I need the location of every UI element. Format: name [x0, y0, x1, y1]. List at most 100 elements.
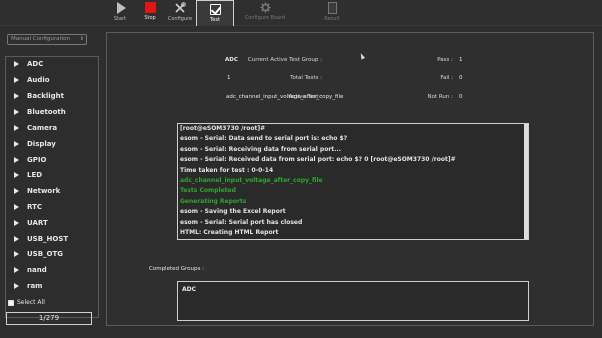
- checkbox-icon[interactable]: [8, 299, 14, 306]
- tree-item-label: Audio: [27, 76, 50, 84]
- tree-item-adc[interactable]: ADC: [14, 58, 43, 70]
- result-label: Result: [324, 16, 340, 22]
- console-lines: [root@eSOM3730 /root]# esom - Serial: Da…: [180, 124, 520, 238]
- completed-groups-list: ADC: [177, 281, 529, 321]
- chevron-updown-icon: ⇕: [79, 36, 84, 42]
- console-line: adc_channel_input_voltage_after_copy_fil…: [180, 176, 323, 184]
- document-icon: [327, 2, 337, 14]
- tree-item-usb-otg[interactable]: USB_OTG: [14, 248, 63, 260]
- configuration-select[interactable]: Manual Configuration ⇕: [7, 34, 87, 45]
- tree-item-nand[interactable]: nand: [14, 264, 47, 276]
- fail-label: Fail :: [440, 75, 453, 81]
- tree-item-label: USB_HOST: [27, 235, 69, 243]
- tree-item-backlight[interactable]: Backlight: [14, 90, 64, 102]
- console-line: esom - Serial: Receiving data from seria…: [180, 145, 341, 153]
- expand-arrow-icon[interactable]: [14, 220, 19, 226]
- test-group-tree: ADC Audio Backlight Bluetooth Camera Dis…: [5, 56, 99, 318]
- tree-item-label: Camera: [27, 124, 58, 132]
- tree-item-usb-host[interactable]: USB_HOST: [14, 233, 68, 245]
- expand-arrow-icon[interactable]: [14, 109, 19, 115]
- console-line: esom - Serial: Received data from serial…: [180, 156, 456, 164]
- total-tests-label: Total Tests :: [290, 75, 322, 81]
- active-test-value: adc_channel_input_voltage_after_copy_fil…: [226, 94, 344, 100]
- test-status-panel: Current Active Test Group : ADC Total Te…: [106, 32, 594, 326]
- tools-icon: [174, 2, 186, 14]
- gear-icon: [259, 2, 271, 13]
- stop-button[interactable]: Stop: [140, 0, 160, 25]
- console-line: Tests Completed: [180, 187, 236, 195]
- toolbar: Start Stop Configure Test Configure Boar…: [0, 0, 602, 26]
- expand-arrow-icon[interactable]: [14, 61, 19, 67]
- expand-arrow-icon[interactable]: [14, 188, 19, 194]
- start-label: Start: [113, 16, 127, 22]
- tree-item-label: Bluetooth: [27, 108, 66, 116]
- stop-icon: [144, 2, 156, 13]
- console-line: Time taken for test : 0-0-14: [180, 166, 274, 174]
- tree-item-display[interactable]: Display: [14, 138, 56, 150]
- tree-item-label: Display: [27, 140, 56, 148]
- tree-item-rtc[interactable]: RTC: [14, 201, 42, 213]
- expand-arrow-icon[interactable]: [14, 267, 19, 273]
- tree-item-network[interactable]: Network: [14, 185, 60, 197]
- tree-item-gpio[interactable]: GPIO: [14, 154, 46, 166]
- tree-item-label: LED: [27, 171, 43, 179]
- pass-value: 1: [459, 57, 463, 63]
- console-line: HTML: Creating HTML Report: [180, 228, 279, 236]
- current-group-value: ADC: [225, 57, 238, 63]
- tree-item-audio[interactable]: Audio: [14, 74, 50, 86]
- tree-item-label: Network: [27, 187, 61, 195]
- console-scrollbar[interactable]: [524, 124, 528, 239]
- expand-arrow-icon[interactable]: [14, 204, 19, 210]
- expand-arrow-icon[interactable]: [14, 141, 19, 147]
- start-button[interactable]: Start: [110, 0, 130, 25]
- tree-item-label: GPIO: [27, 156, 47, 164]
- console-log[interactable]: [root@eSOM3730 /root]# esom - Serial: Da…: [177, 123, 529, 240]
- checkbox-checked-icon: [209, 4, 221, 15]
- test-tab-button[interactable]: Test: [196, 0, 234, 26]
- pass-label: Pass :: [437, 57, 453, 63]
- tree-item-ram[interactable]: ram: [14, 280, 42, 292]
- completed-groups-label: Completed Groups :: [149, 266, 204, 272]
- expand-arrow-icon[interactable]: [14, 172, 19, 178]
- not-run-label: Not Run :: [427, 94, 453, 100]
- tree-item-camera[interactable]: Camera: [14, 122, 57, 134]
- tree-item-label: ram: [27, 282, 43, 290]
- tree-item-label: nand: [27, 266, 47, 274]
- tree-item-led[interactable]: LED: [14, 169, 42, 181]
- tree-item-label: ADC: [27, 60, 44, 68]
- console-line: Generating Reports: [180, 197, 247, 205]
- console-line: esom - Serial: Data send to serial port …: [180, 135, 348, 143]
- result-button[interactable]: Result: [320, 0, 344, 25]
- current-group-label: Current Active Test Group :: [247, 57, 322, 63]
- expand-arrow-icon[interactable]: [14, 93, 19, 99]
- app-window: Start Stop Configure Test Configure Boar…: [0, 0, 602, 338]
- select-all-label: Select All: [17, 299, 45, 306]
- tree-item-uart[interactable]: UART: [14, 217, 48, 229]
- completed-group-item: ADC: [182, 286, 197, 293]
- console-line: esom - Saving the Excel Report: [180, 208, 286, 216]
- expand-arrow-icon[interactable]: [14, 157, 19, 163]
- left-panel: Manual Configuration ⇕ ADC Audio Backlig…: [0, 26, 104, 338]
- tree-item-label: Backlight: [27, 92, 65, 100]
- select-all-checkbox[interactable]: Select All: [8, 299, 45, 306]
- configure-label: Configure: [167, 16, 193, 22]
- expand-arrow-icon[interactable]: [14, 251, 19, 257]
- tree-item-label: UART: [27, 219, 48, 227]
- tree-item-label: USB_OTG: [27, 250, 64, 258]
- console-line: [root@eSOM3730 /root]#: [180, 125, 266, 132]
- expand-arrow-icon[interactable]: [14, 283, 19, 289]
- expand-arrow-icon[interactable]: [14, 125, 19, 131]
- configure-board-label: Configure Board: [244, 15, 286, 21]
- test-label: Test: [210, 17, 220, 23]
- console-line: esom - Serial: Serial port has closed: [180, 218, 303, 226]
- stop-label: Stop: [144, 15, 156, 21]
- configuration-select-value: Manual Configuration: [11, 36, 71, 42]
- expand-arrow-icon[interactable]: [14, 236, 19, 242]
- configure-button[interactable]: Configure: [166, 0, 194, 25]
- expand-arrow-icon[interactable]: [14, 77, 19, 83]
- tree-item-bluetooth[interactable]: Bluetooth: [14, 106, 66, 118]
- not-run-value: 0: [459, 94, 463, 100]
- total-tests-value: 1: [227, 75, 231, 81]
- configure-board-button[interactable]: Configure Board: [244, 0, 286, 25]
- play-icon: [117, 2, 126, 14]
